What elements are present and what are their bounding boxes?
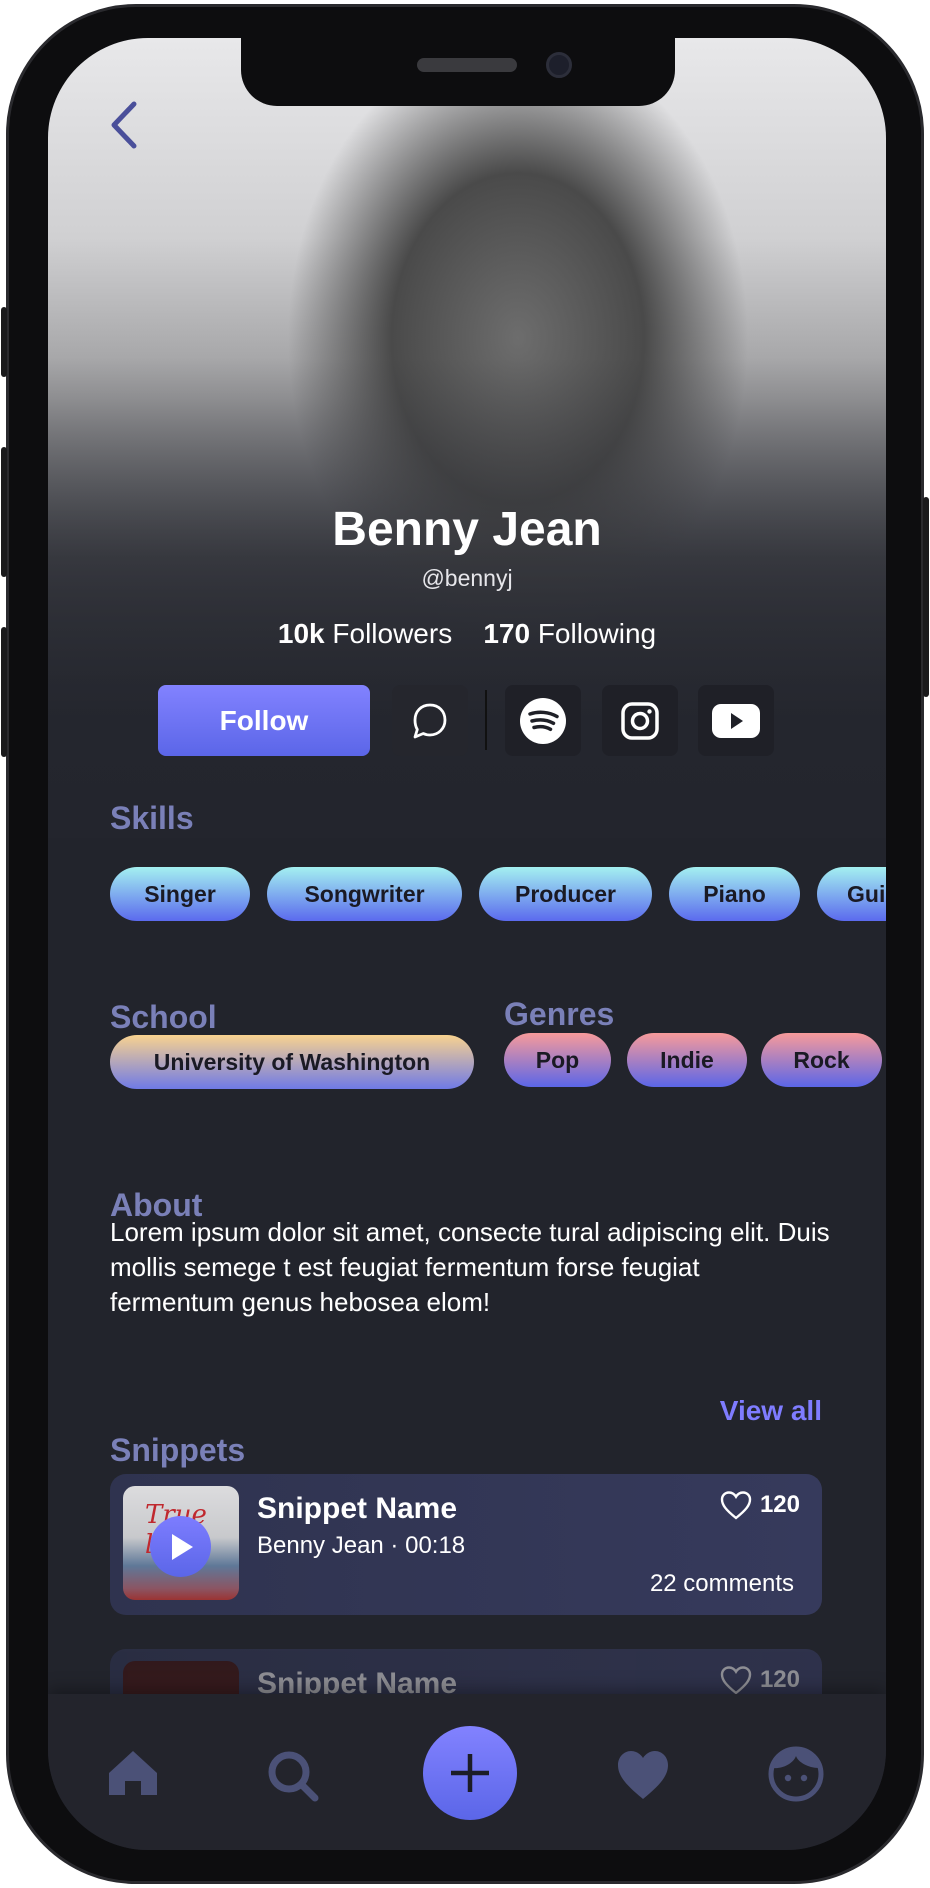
skill-chip[interactable]: Gui bbox=[817, 867, 886, 921]
youtube-button[interactable] bbox=[698, 685, 774, 756]
skill-chip[interactable]: Producer bbox=[479, 867, 652, 921]
followers-count: 10k bbox=[277, 618, 325, 649]
home-icon bbox=[109, 1751, 157, 1795]
phone-volume-down bbox=[1, 627, 7, 757]
skill-chip[interactable]: Songwriter bbox=[267, 867, 462, 921]
snippet-name: Snippet Name bbox=[257, 1492, 458, 1525]
followers-label: Followers bbox=[332, 618, 453, 649]
comments-link[interactable]: 22 comments bbox=[650, 1570, 794, 1598]
snippet-meta: Benny Jean · 00:18 bbox=[257, 1532, 466, 1559]
following-label: Following bbox=[537, 618, 657, 649]
play-icon bbox=[171, 1533, 193, 1560]
like-button[interactable]: 120 bbox=[720, 1665, 800, 1695]
genre-chip[interactable]: Pop bbox=[504, 1033, 611, 1087]
skill-chip[interactable]: Piano bbox=[669, 867, 800, 921]
instagram-icon bbox=[621, 701, 659, 740]
divider bbox=[485, 690, 487, 750]
following-link[interactable]: 170 Following bbox=[483, 618, 656, 649]
profile-name: Benny Jean bbox=[332, 503, 602, 556]
spotify-icon bbox=[520, 697, 566, 744]
follow-button[interactable]: Follow bbox=[158, 685, 370, 756]
chevron-left-icon bbox=[111, 101, 137, 149]
search-icon bbox=[268, 1751, 319, 1802]
about-text: Lorem ipsum dolor sit amet, consecte tur… bbox=[110, 1217, 830, 1317]
play-button[interactable] bbox=[150, 1516, 211, 1577]
phone-power-button bbox=[923, 497, 929, 697]
notch bbox=[241, 36, 675, 106]
spotify-button[interactable] bbox=[505, 685, 581, 756]
like-button[interactable]: 120 bbox=[720, 1490, 800, 1520]
following-count: 170 bbox=[483, 618, 531, 649]
phone-volume-up bbox=[1, 447, 7, 577]
snippet-cover: True love bbox=[123, 1486, 239, 1600]
message-button[interactable] bbox=[392, 685, 468, 756]
skill-chip[interactable]: Singer bbox=[110, 867, 250, 921]
profile-face-icon bbox=[768, 1746, 824, 1802]
school-title: School bbox=[110, 999, 217, 1035]
heart-outline-icon bbox=[720, 1491, 752, 1520]
heart-icon bbox=[618, 1751, 668, 1799]
genres-title: Genres bbox=[504, 996, 615, 1032]
back-button[interactable] bbox=[106, 100, 146, 155]
nav-favorites[interactable] bbox=[616, 1749, 670, 1801]
heart-outline-icon bbox=[720, 1666, 752, 1695]
snippets-title: Snippets bbox=[110, 1432, 246, 1468]
create-button[interactable] bbox=[423, 1726, 517, 1820]
speaker bbox=[417, 58, 517, 72]
camera bbox=[546, 52, 572, 78]
phone-mute-switch bbox=[1, 307, 7, 377]
profile-screen: Benny Jean @bennyj 10k Followers 170 Fol… bbox=[48, 38, 886, 1850]
school-chip[interactable]: University of Washington bbox=[110, 1035, 474, 1089]
follow-stats: 10k Followers 170 Following bbox=[48, 618, 886, 650]
skills-title: Skills bbox=[110, 800, 194, 836]
like-count: 120 bbox=[759, 1491, 800, 1518]
nav-search[interactable] bbox=[266, 1749, 320, 1803]
youtube-icon bbox=[712, 703, 760, 738]
profile-handle: @bennyj bbox=[421, 565, 513, 591]
chat-bubble-icon bbox=[413, 703, 447, 738]
nav-home[interactable] bbox=[108, 1749, 158, 1797]
instagram-button[interactable] bbox=[602, 685, 678, 756]
genre-chip[interactable]: Rock bbox=[761, 1033, 882, 1087]
view-all-link[interactable]: View all bbox=[720, 1395, 822, 1427]
like-count: 120 bbox=[759, 1666, 800, 1693]
snippet-card[interactable]: True love Snippet Name Benny Jean · 00:1… bbox=[110, 1474, 822, 1615]
followers-link[interactable]: 10k Followers bbox=[278, 618, 452, 649]
plus-icon bbox=[451, 1754, 489, 1792]
genre-chip[interactable]: Indie bbox=[627, 1033, 747, 1087]
nav-profile[interactable] bbox=[768, 1744, 824, 1802]
bottom-nav bbox=[48, 1694, 886, 1850]
